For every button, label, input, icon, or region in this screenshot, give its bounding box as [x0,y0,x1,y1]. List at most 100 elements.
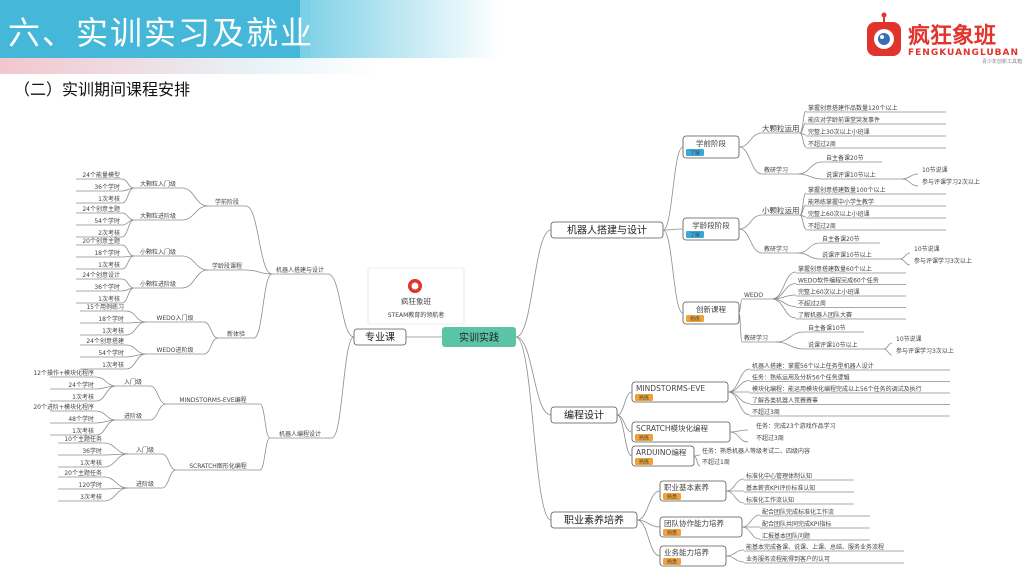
left-label: 大颗粒入门级 [140,180,176,188]
connector-line [738,132,763,148]
g2-item-label: MINDSTORMS-EVE [636,384,705,393]
g1s2a-item: 掌握创意搭建数量100个以上 [808,186,885,194]
connector-line [616,391,633,416]
g1-stage1-badge-text: 了解 [690,150,700,157]
g1s1a-item: 掌握创意搭建作品数量120个以上 [808,104,897,112]
connector-line [729,431,749,443]
g3-detail: 基本薪资KPI评价标准认知 [746,484,815,492]
connector-line [616,414,633,457]
left-detail: 20个主题任务 [64,469,102,477]
left-detail: 2次考核 [98,229,120,237]
connector-line [259,403,271,439]
connector-line [125,344,147,355]
connector-line [181,205,209,221]
g1s1b-item1: 说课评课10节以上 [826,171,876,179]
connector-line [125,353,147,370]
root-node: 实训实践 [459,331,499,344]
g1s2b-item1: 说课评课10节以上 [822,251,872,259]
connector-line [738,228,763,254]
connector-line [727,391,751,416]
connector-line [883,348,893,356]
connector-line [799,110,807,134]
left-label: 小颗粒进阶级 [140,280,176,288]
logo-pinyin: FENGKUANGLUBAN [908,48,1020,58]
connector-line [331,336,355,439]
connector-line [693,455,701,467]
banner-pink-strip [0,58,380,74]
g3-detail: 标准化工作流认知 [746,496,794,504]
connector-line [161,453,177,471]
connector-line [203,337,219,355]
connector-line [775,331,805,343]
left-detail: 24个能量模型 [82,171,120,179]
g1s1b-label: 教研学习 [764,166,788,174]
left-label: 小颗粒入门级 [140,248,176,256]
connector-line [883,342,893,350]
left-detail: 15个用例练习 [86,303,124,311]
g2-item-badge-text: 熟练 [639,459,649,466]
g3-item-label: 职业基本素养 [664,482,709,492]
g1s3a-item: WEDO软件编程完成60个任务 [798,277,879,285]
connector-line [727,380,751,393]
connector-line [103,442,129,455]
scratch-detail0: 任务：完成23个游戏作品学习 [756,422,836,430]
left-detail: 1次考核 [102,327,124,335]
connector-line [103,476,129,489]
connector-line [103,453,129,468]
connector-line [203,321,219,339]
connector-line [725,478,745,492]
left-detail: 54个学时 [98,349,124,357]
left-detail: 1次考核 [98,295,120,303]
connector-line [149,385,167,405]
g1s2b-label: 教研学习 [764,245,788,253]
g1s3b-sub0: 10节说课 [896,335,922,343]
g3-detail: 汇报基本团队问题 [762,532,810,540]
connector-line [771,298,797,307]
left-label: 入门级 [136,446,154,454]
left-label: WEDO进阶级 [156,346,193,354]
g1s3b-sub1: 参与评课学习3次以上 [896,347,954,355]
connector-line [899,252,911,260]
g3-item-badge-text: 熟悉 [667,494,677,501]
connector-line [125,310,147,323]
g3-item-label: 业务能力培养 [664,547,709,557]
g1s2b-sub1: 参与评课学习3次以上 [914,257,972,265]
logo-tagline: 青少年创新工具箱 [982,59,1023,65]
left-label: 入门级 [124,378,142,386]
connector-line [693,454,701,457]
left-detail: 1次考核 [72,393,94,401]
connector-line [738,312,743,343]
connector-line [121,244,135,257]
left-detail: 54个学时 [94,217,120,225]
connector-line [727,391,751,404]
g1s3a-item: 了解机器人团队大赛 [798,311,852,319]
left-detail: 36学时 [82,447,102,455]
connector-line [797,173,823,180]
left-detail: 18个学时 [98,315,124,323]
left-label: 学龄段课程 [212,262,242,270]
g3-detail: 配合团队共同完成KPI指标 [762,520,831,528]
g2-item-label: ARDUINO编程 [636,447,687,457]
connector-line [181,255,209,271]
connector-line [729,429,749,433]
left-detail: 20个进阶+模块化程序 [33,403,94,411]
left-group2-label: 机器人编程设计 [279,430,321,438]
g1s1a-item: 完整上30次以上小班课 [808,128,870,136]
connector-line [95,376,117,387]
connector-line [245,205,273,275]
g1s2a-item: 不超过2周 [808,222,836,230]
connector-line [771,298,797,319]
connector-line [616,414,633,433]
left-label: 新体验 [227,330,245,338]
g1s3b-item1: 说课评课10节以上 [808,341,858,349]
connector-line [662,228,684,231]
left-detail: 24个创意主题 [82,205,120,213]
g1s3a-item: 掌握创意搭建数量60个以上 [798,265,872,273]
right-group2-node: 编程设计 [564,409,604,422]
connector-line [515,336,552,416]
left-detail: 20个创意主题 [82,237,120,245]
left-detail: 10个主题任务 [64,435,102,443]
banner-fade [300,0,500,58]
connector-line [161,469,177,489]
connector-line [515,229,552,338]
